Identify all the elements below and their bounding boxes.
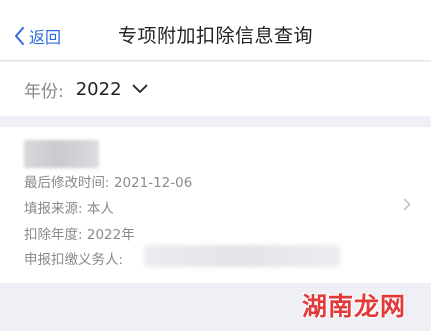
page: 返回 专项附加扣除信息查询 年份: 2022 最后修改时间: 2021-12-0… bbox=[0, 0, 431, 331]
withholding-agent-label: 申报扣缴义务人: bbox=[24, 252, 124, 268]
source-label: 填报来源: bbox=[24, 201, 83, 217]
redacted-withholding-agent bbox=[144, 245, 340, 267]
year-select[interactable]: 2022 bbox=[64, 79, 148, 100]
year-label: 年份: bbox=[24, 81, 64, 102]
year-filter-row: 年份: 2022 bbox=[0, 62, 431, 116]
chevron-right-icon bbox=[403, 196, 411, 215]
withholding-agent-row: 申报扣缴义务人: bbox=[24, 248, 123, 268]
nav-bar: 返回 专项附加扣除信息查询 bbox=[0, 0, 431, 61]
chevron-down-icon bbox=[122, 79, 148, 99]
watermark-logo: 湖南龙网 bbox=[302, 292, 407, 321]
year-value: 2022 bbox=[75, 78, 122, 100]
deduction-year-value: 2022年 bbox=[86, 227, 135, 243]
last-modified-row: 最后修改时间: 2021-12-06 bbox=[24, 171, 192, 191]
deduction-record-card[interactable]: 最后修改时间: 2021-12-06 填报来源: 本人 扣除年度: 2022年 … bbox=[0, 127, 431, 283]
deduction-year-label: 扣除年度: bbox=[24, 227, 83, 243]
last-modified-value: 2021-12-06 bbox=[113, 175, 193, 191]
page-title: 专项附加扣除信息查询 bbox=[117, 25, 313, 47]
deduction-year-row: 扣除年度: 2022年 bbox=[24, 223, 135, 243]
redacted-name bbox=[24, 140, 99, 168]
last-modified-label: 最后修改时间: bbox=[24, 175, 110, 191]
source-value: 本人 bbox=[86, 201, 114, 217]
source-row: 填报来源: 本人 bbox=[24, 197, 114, 217]
